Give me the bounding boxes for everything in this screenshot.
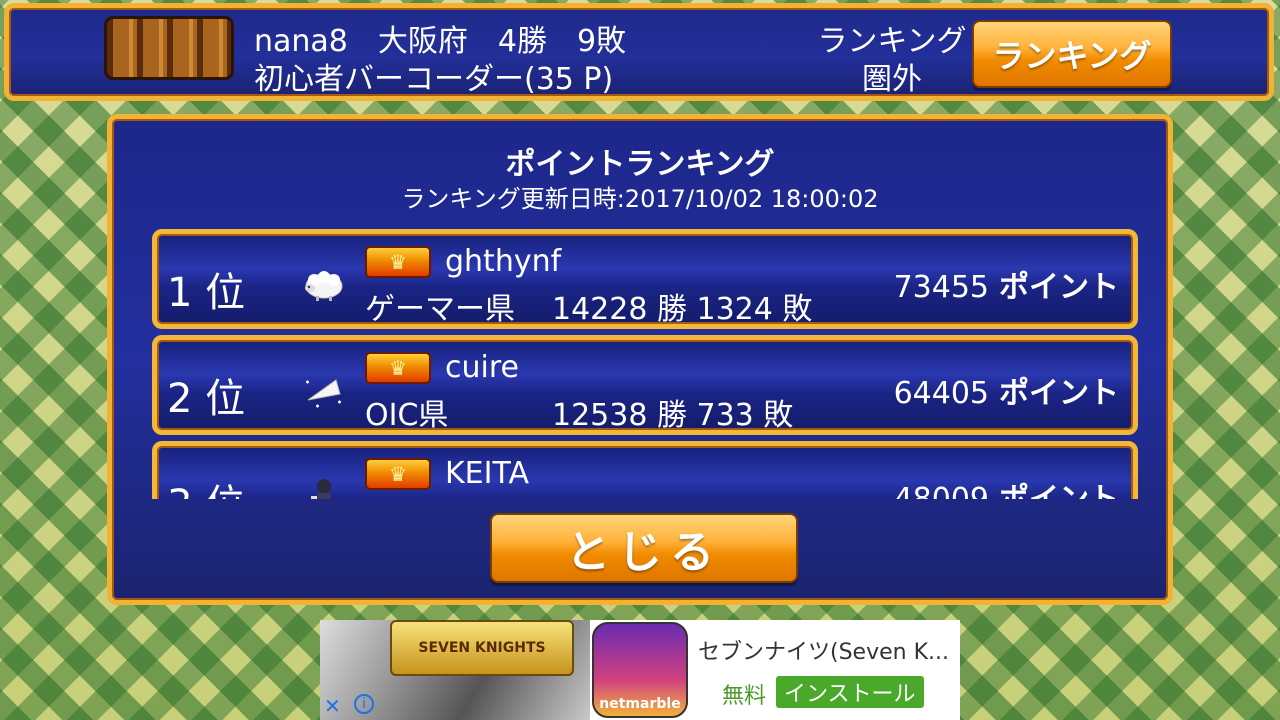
sheep-icon [305,271,343,301]
barcode-box-icon[interactable] [104,16,234,80]
points-value: 73455 [893,270,989,305]
points-value: 64405 [893,376,989,411]
rank-number: 2 位 [167,376,246,422]
ranking-row[interactable]: 3 位 ♛ KEITA 48009 ポイント [152,441,1138,499]
ranking-button[interactable]: ランキング [972,20,1172,88]
player-points: 48009 ポイント [894,474,1119,499]
ad-close-icon[interactable]: ✕ [324,694,341,718]
player-name: KEITA [445,456,529,491]
close-button[interactable]: とじる [490,513,798,583]
ranking-row[interactable]: 2 位 ♛ cuire OIC県 12538 勝 733 敗 64405 ポイント [152,335,1138,435]
app-icon[interactable]: netmarble [592,622,688,718]
player-name: cuire [445,350,519,385]
ad-free-label: 無料 [722,684,767,709]
game-logo: SEVEN KNIGHTS [390,620,574,676]
rank-number: 3 位 [167,472,245,499]
player-prefecture: OIC県 [365,398,449,433]
player-name: ghthynf [445,244,562,279]
player-points: 73455 ポイント [894,262,1119,306]
player-prefecture: ゲーマー県 [365,292,515,327]
ranking-list[interactable]: 1 位 ♛ ghthynf ゲーマー県 14228 勝 1324 敗 73455… [152,229,1138,499]
ad-title[interactable]: セブンナイツ(Seven K... [698,634,949,666]
player-record: 12538 勝 733 敗 [552,398,794,433]
point-ranking-panel: ポイントランキング ランキング更新日時:2017/10/02 18:00:02 … [107,114,1173,605]
cloud-icon [306,379,341,408]
points-unit: ポイント [999,270,1119,305]
ad-banner[interactable]: SEVEN KNIGHTS ✕ i netmarble セブンナイツ(Seven… [320,620,960,720]
ranking-value: 圏外 [862,62,922,97]
points-unit: ポイント [999,482,1119,499]
ranking-update-time: ランキング更新日時:2017/10/02 18:00:02 [401,185,879,213]
player-rank-title: 初心者バーコーダー(35 P) [254,62,614,97]
app-brand: netmarble [599,696,681,712]
panel-title: ポイントランキング [505,147,775,182]
ranking-row[interactable]: 1 位 ♛ ghthynf ゲーマー県 14228 勝 1324 敗 73455… [152,229,1138,329]
crown-badge-icon: ♛ [365,246,431,278]
knight-icon [311,479,331,499]
player-points: 64405 ポイント [894,368,1119,412]
ad-info-icon[interactable]: i [354,694,374,714]
player-record: 14228 勝 1324 敗 [552,292,813,327]
crown-badge-icon: ♛ [365,352,431,384]
crown-badge-icon: ♛ [365,458,431,490]
points-value: 48009 [894,482,989,499]
install-button[interactable]: インストール [776,676,924,708]
points-unit: ポイント [999,376,1119,411]
rank-number: 1 位 [167,270,246,316]
